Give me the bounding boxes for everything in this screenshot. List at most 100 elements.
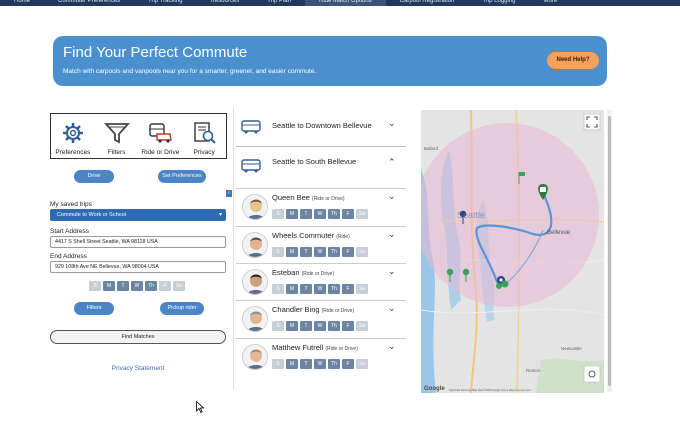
day-chip[interactable]: Sa — [173, 281, 185, 291]
set-preferences-button[interactable]: Set Preferences — [158, 170, 206, 183]
toolbar-privacy[interactable]: Privacy — [184, 121, 224, 156]
collapse-panel-button[interactable]: ‹ — [226, 190, 232, 197]
bus-car-icon — [149, 123, 173, 143]
day-chip[interactable]: T — [117, 281, 129, 291]
chevron-down-icon[interactable]: ⌄ — [388, 341, 396, 352]
match-item[interactable]: Esteban (Ride or Drive) ⌄ S M T W Th F Sa — [236, 263, 406, 300]
day-chip[interactable]: W — [314, 247, 326, 257]
day-chip[interactable]: Th — [145, 281, 157, 291]
day-chip[interactable]: F — [159, 281, 171, 291]
day-chip[interactable]: Th — [328, 284, 340, 294]
chevron-down-icon[interactable]: ⌄ — [388, 191, 396, 202]
match-item[interactable]: Queen Bee (Ride or Drive) ⌄ S M T W Th F Sa — [236, 188, 406, 225]
day-chip[interactable]: M — [103, 281, 115, 291]
toolbar-preferences[interactable]: Preferences — [53, 121, 93, 156]
route-item[interactable]: Seattle to Downtown Bellevue ⌄ — [236, 108, 406, 146]
toolbar-ride-or-drive[interactable]: Ride or Drive — [140, 121, 180, 156]
hero-subtitle: Match with carpools and vanpools near yo… — [63, 68, 317, 75]
nav-item[interactable]: Ride Match Options — [304, 0, 386, 6]
nav-item[interactable]: Commuter Preferences — [44, 0, 134, 6]
fullscreen-icon[interactable] — [583, 113, 601, 131]
day-chip[interactable]: S — [272, 321, 284, 331]
day-chip[interactable]: M — [286, 209, 298, 219]
filters-button[interactable]: Filters — [74, 302, 114, 315]
gear-icon — [62, 123, 83, 143]
day-chip[interactable]: S — [272, 209, 284, 219]
day-chip[interactable]: T — [300, 284, 312, 294]
nav-item[interactable]: Carpool Registration — [386, 0, 469, 6]
day-chip[interactable]: Th — [328, 359, 340, 369]
day-chip[interactable]: Sa — [356, 284, 368, 294]
hero-title: Find Your Perfect Commute — [63, 44, 248, 61]
day-chip[interactable]: Sa — [356, 247, 368, 257]
nav-item[interactable]: Trip Tracking — [134, 0, 196, 6]
day-chip[interactable]: T — [300, 359, 312, 369]
day-chip[interactable]: F — [342, 321, 354, 331]
nav-item[interactable]: Home — [0, 0, 44, 6]
map[interactable]: Ballard Seattle Bellevue Newcastle Rento… — [421, 110, 604, 393]
drive-button[interactable]: Drive — [74, 170, 114, 183]
day-chip[interactable]: F — [342, 359, 354, 369]
day-chip[interactable]: M — [286, 321, 298, 331]
end-address-input[interactable]: 929 108th Ave NE Bellevue, WA 98004 USA — [50, 261, 226, 273]
day-chip[interactable]: T — [300, 321, 312, 331]
day-chip[interactable]: S — [272, 284, 284, 294]
avatar — [242, 232, 268, 258]
start-address-label: Start Address — [50, 228, 90, 235]
day-chip[interactable]: W — [314, 321, 326, 331]
day-chip[interactable]: M — [286, 247, 298, 257]
match-item[interactable]: Chandler Bing (Ride or Drive) ⌄ S M T W Th F Sa — [236, 300, 406, 337]
match-item[interactable]: Matthew Futrell (Ride or Drive) ⌄ S M T W Th F S… — [236, 338, 406, 375]
chevron-down-icon[interactable]: ⌄ — [388, 303, 396, 314]
day-chip[interactable]: Th — [328, 247, 340, 257]
find-matches-button[interactable]: Find Matches — [50, 330, 226, 344]
day-chip[interactable]: Sa — [356, 359, 368, 369]
map-canvas[interactable]: Ballard Seattle Bellevue Newcastle Rento… — [421, 110, 604, 393]
end-address-label: End Address — [50, 253, 87, 260]
day-chip[interactable]: S — [272, 359, 284, 369]
route-title: Seattle to South Bellevue — [272, 157, 357, 166]
toolbar-filters[interactable]: Filters — [97, 121, 137, 156]
day-chip[interactable]: Th — [328, 209, 340, 219]
nav-item[interactable]: Trip Plan — [253, 0, 305, 6]
day-chip[interactable]: F — [342, 247, 354, 257]
day-chip[interactable]: W — [314, 284, 326, 294]
start-address-input[interactable]: 4417 S Shell Street Seattle, WA 98118 US… — [50, 236, 226, 248]
day-chip[interactable]: T — [300, 209, 312, 219]
day-chip[interactable]: F — [342, 284, 354, 294]
avatar — [242, 194, 268, 220]
need-help-button[interactable]: Need Help? — [547, 52, 599, 69]
day-chip[interactable]: M — [286, 284, 298, 294]
day-chip[interactable]: T — [300, 247, 312, 257]
day-chip[interactable]: S — [89, 281, 101, 291]
match-name: Matthew Futrell (Ride or Drive) — [272, 343, 358, 352]
day-chip[interactable]: Sa — [356, 321, 368, 331]
scrollbar[interactable] — [607, 110, 612, 392]
day-chip[interactable]: Th — [328, 321, 340, 331]
match-item[interactable]: Wheels Commuter (Ride) ⌄ S M T W Th F Sa — [236, 226, 406, 263]
chevron-down-icon[interactable]: ⌄ — [388, 118, 396, 129]
map-controls[interactable] — [583, 365, 601, 383]
funnel-icon — [103, 123, 130, 144]
day-chip[interactable]: W — [131, 281, 143, 291]
match-role: (Ride or Drive) — [312, 196, 345, 202]
privacy-statement-link[interactable]: Privacy Statement — [50, 365, 226, 372]
day-chip[interactable]: W — [314, 359, 326, 369]
match-name-text: Matthew Futrell — [272, 343, 324, 352]
chevron-down-icon[interactable]: ⌄ — [388, 229, 396, 240]
day-chip[interactable]: F — [342, 209, 354, 219]
scrollbar-thumb[interactable] — [608, 116, 611, 386]
nav-item[interactable]: Resources — [197, 0, 254, 6]
pickup-rider-button[interactable]: Pickup rider — [160, 302, 204, 315]
chevron-up-icon[interactable]: ⌃ — [388, 157, 396, 168]
day-chip[interactable]: W — [314, 209, 326, 219]
day-chip[interactable]: Sa — [356, 209, 368, 219]
saved-trips-select[interactable]: Commute to Work or School ▾ — [50, 209, 226, 221]
toolbar-label: Ride or Drive — [141, 149, 180, 156]
route-item[interactable]: Seattle to South Bellevue ⌃ — [236, 147, 406, 185]
nav-item[interactable]: More — [530, 0, 572, 6]
chevron-down-icon[interactable]: ⌄ — [388, 266, 396, 277]
nav-item[interactable]: Trip Logging — [468, 0, 529, 6]
day-chip[interactable]: M — [286, 359, 298, 369]
day-chip[interactable]: S — [272, 247, 284, 257]
